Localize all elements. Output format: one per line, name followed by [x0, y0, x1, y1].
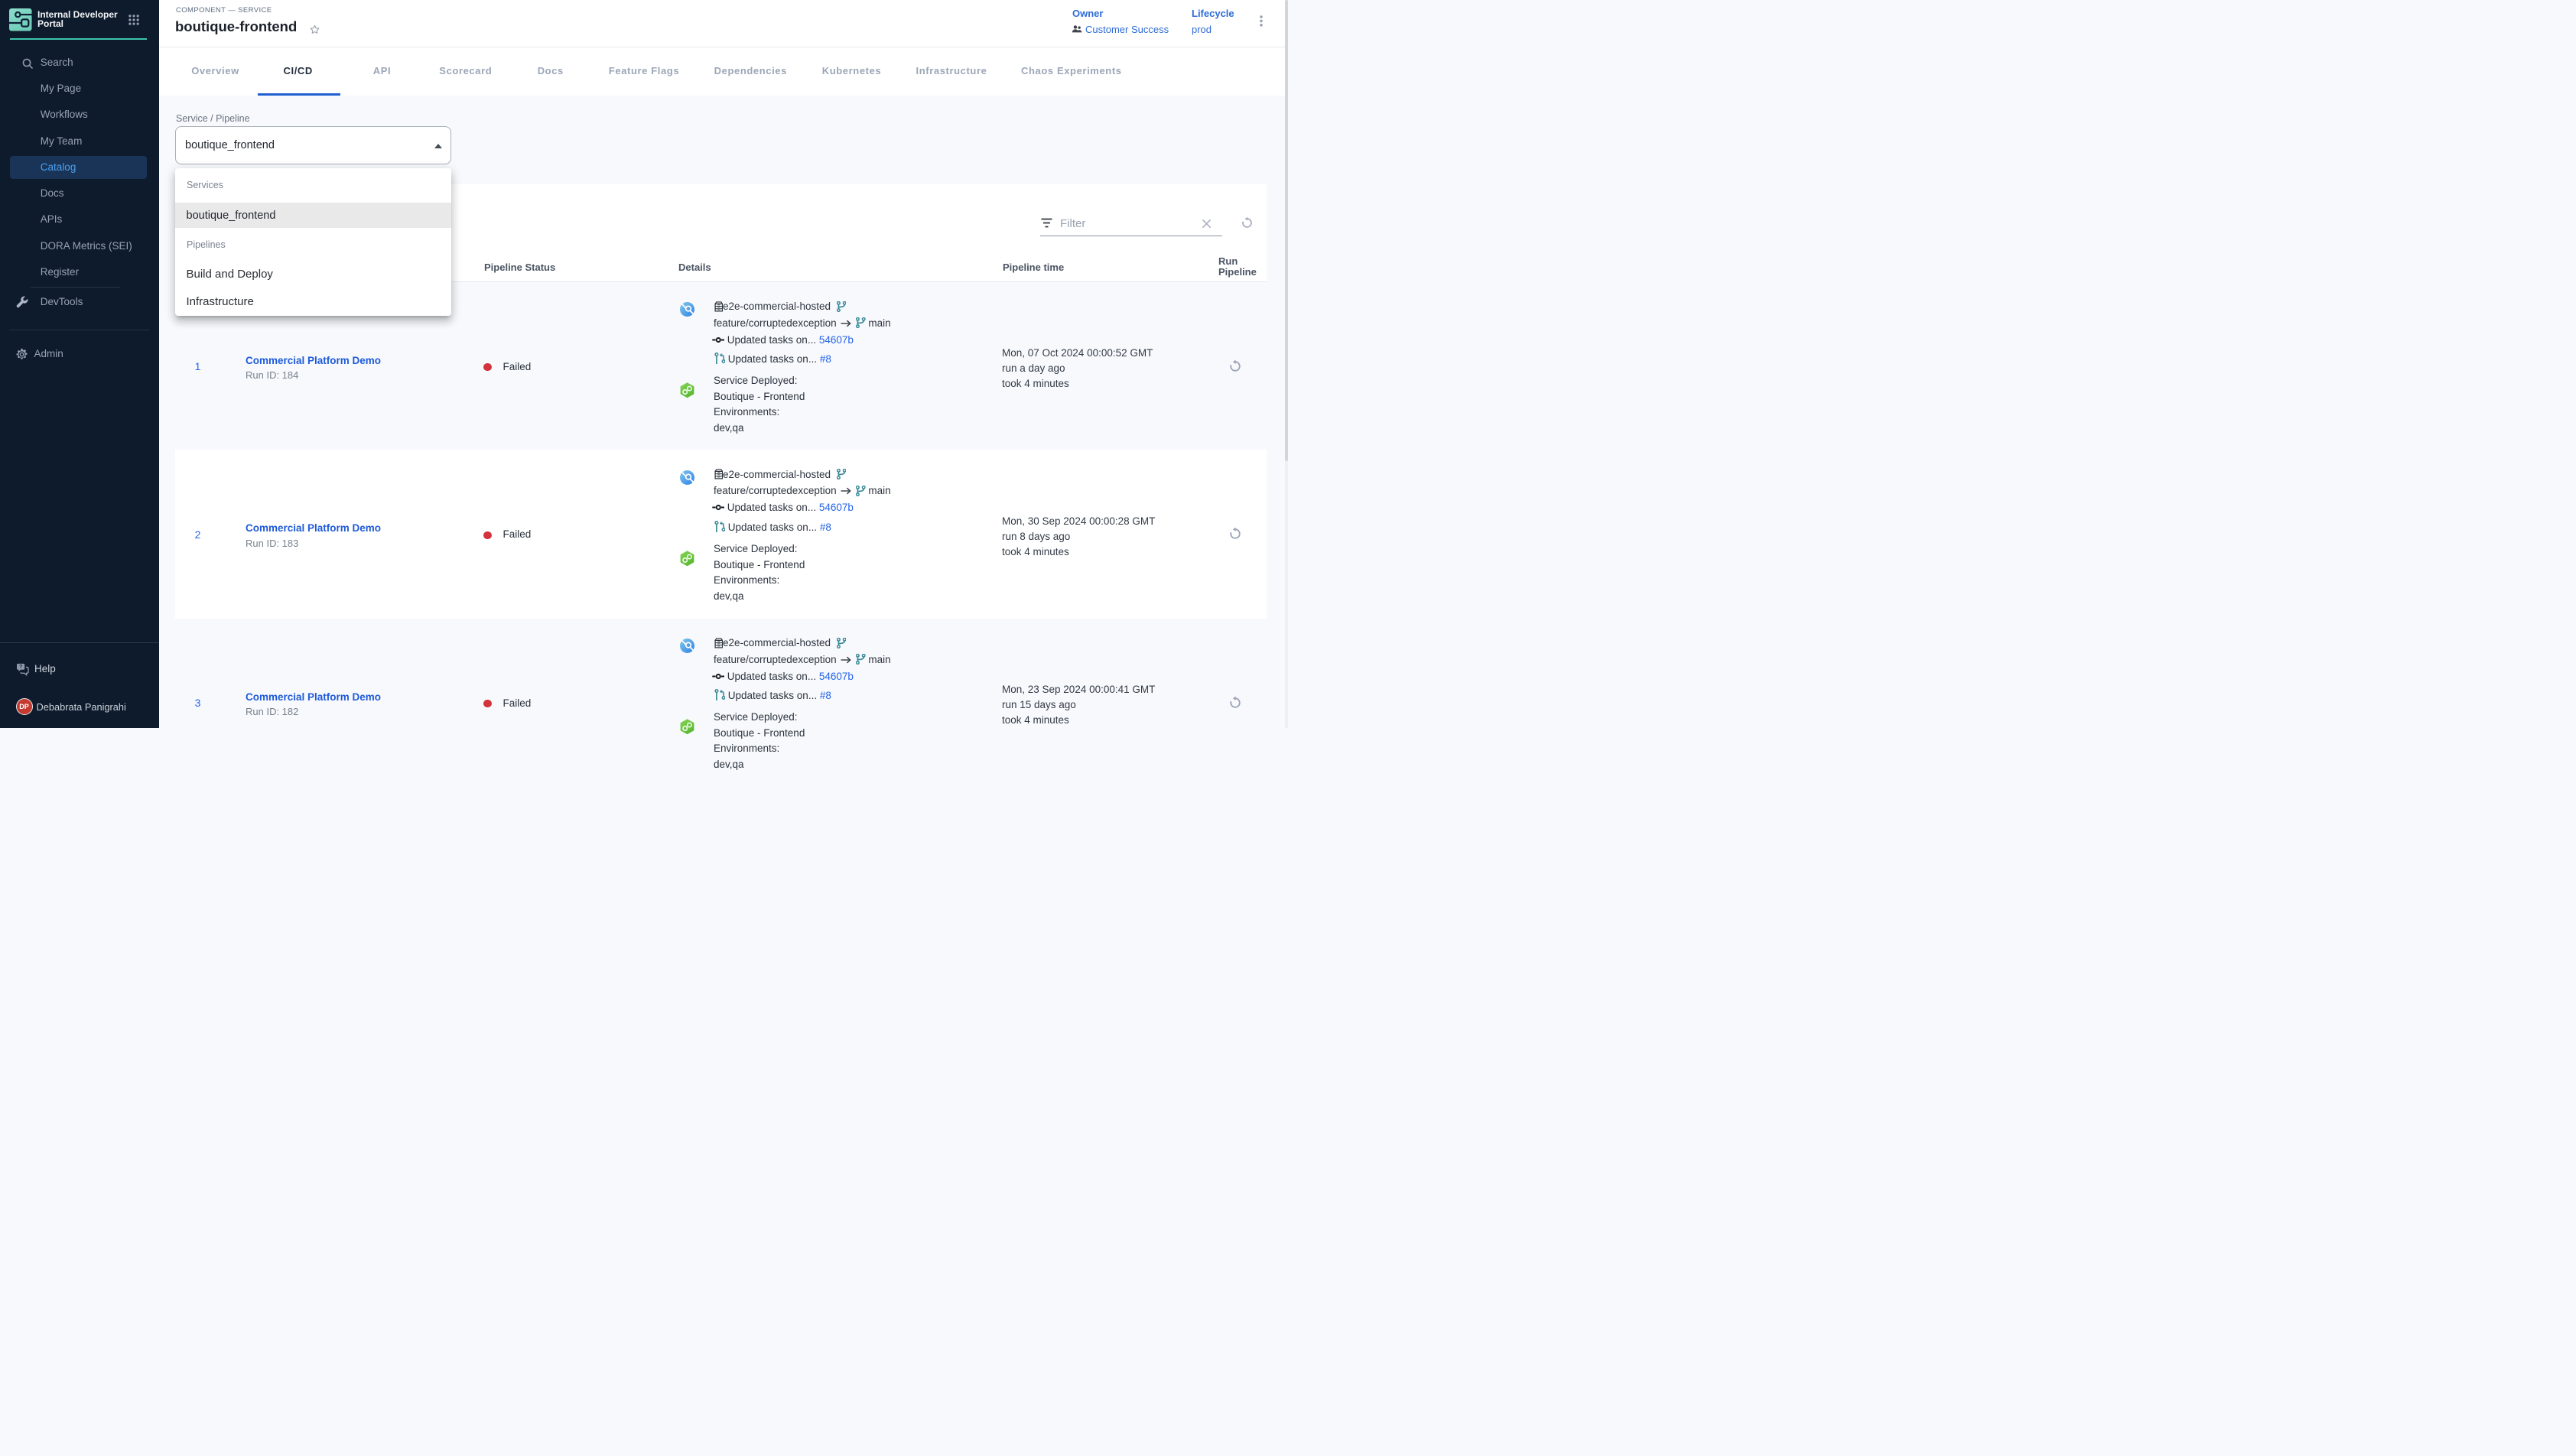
svg-text:?: ?: [19, 664, 22, 669]
